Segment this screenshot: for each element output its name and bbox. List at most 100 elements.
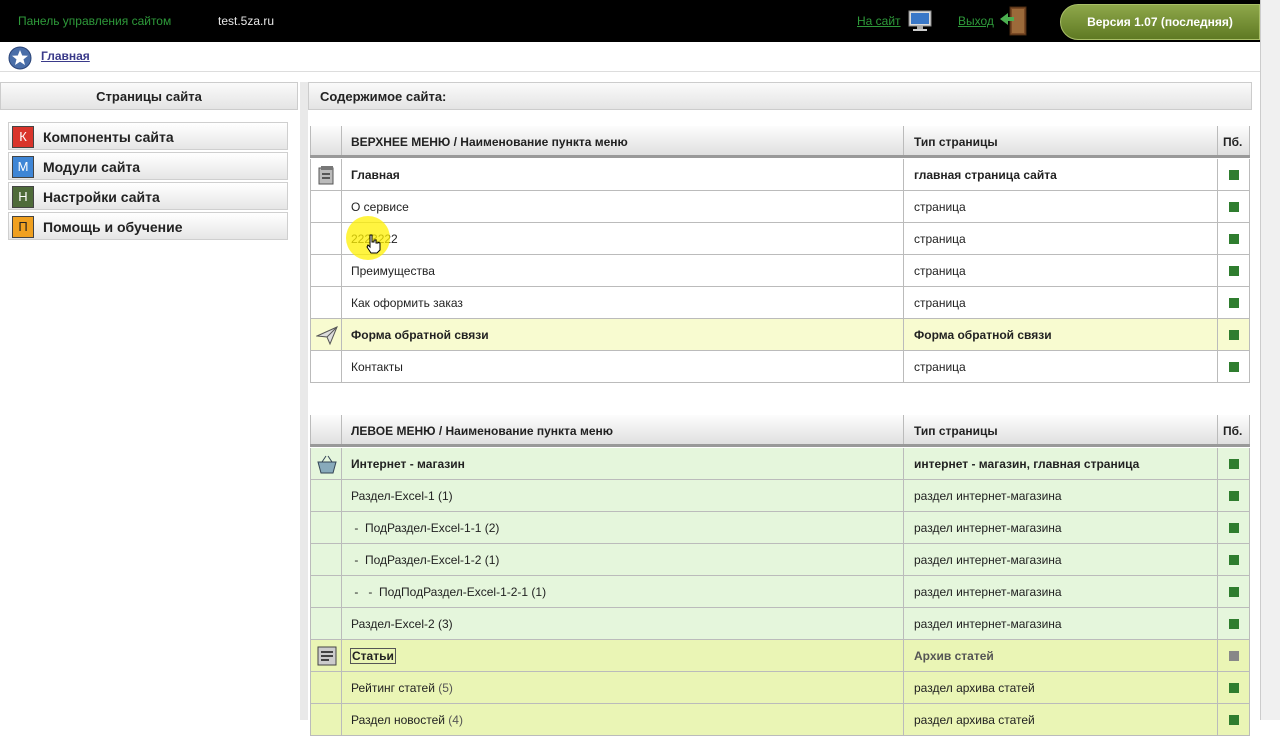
table-row[interactable]: Интернет - магазин интернет - магазин, г… bbox=[310, 448, 1250, 480]
published-indicator[interactable] bbox=[1229, 202, 1239, 212]
row-type: главная страница сайта bbox=[904, 159, 1218, 190]
row-name[interactable]: Раздел-Excel-1 (1) bbox=[342, 480, 904, 511]
to-site-link[interactable]: На сайт bbox=[857, 14, 901, 28]
exit-link[interactable]: Выход bbox=[958, 14, 994, 28]
table-row[interactable]: Главная главная страница сайта bbox=[310, 159, 1250, 191]
table-header: ЛЕВОЕ МЕНЮ / Наименование пункта меню Ти… bbox=[310, 415, 1250, 447]
version-badge: Версия 1.07 (последняя) bbox=[1060, 4, 1260, 40]
row-type: раздел интернет-магазина bbox=[904, 576, 1218, 607]
row-type: страница bbox=[904, 287, 1218, 318]
table-row[interactable]: Как оформить заказ страница bbox=[310, 287, 1250, 319]
sidebar-item-modules[interactable]: М Модули сайта bbox=[8, 152, 288, 180]
table-row[interactable]: 2223222 страница bbox=[310, 223, 1250, 255]
row-count: (4) bbox=[448, 713, 463, 727]
published-indicator[interactable] bbox=[1229, 587, 1239, 597]
table-row[interactable]: - ПодРаздел-Excel-1-2 (1) раздел интерне… bbox=[310, 544, 1250, 576]
table-row[interactable]: Раздел новостей (4) раздел архива статей bbox=[310, 704, 1250, 736]
sidebar-item-label: Компоненты сайта bbox=[43, 129, 174, 145]
row-type: раздел архива статей bbox=[904, 672, 1218, 703]
breadcrumb-home-link[interactable]: Главная bbox=[41, 49, 90, 63]
row-name[interactable]: Как оформить заказ bbox=[342, 287, 904, 318]
published-indicator[interactable] bbox=[1229, 555, 1239, 565]
row-name[interactable]: Форма обратной связи bbox=[342, 319, 904, 350]
sidebar-item-components[interactable]: К Компоненты сайта bbox=[8, 122, 288, 150]
row-type: страница bbox=[904, 255, 1218, 286]
row-type: Форма обратной связи bbox=[904, 319, 1218, 350]
monitor-icon[interactable] bbox=[908, 9, 932, 33]
row-name[interactable]: Рейтинг статей bbox=[351, 681, 435, 695]
row-name[interactable]: Преимущества bbox=[342, 255, 904, 286]
row-name[interactable]: 2223222 bbox=[342, 223, 904, 254]
home-star-icon bbox=[8, 46, 32, 70]
table-row[interactable]: Рейтинг статей (5) раздел архива статей bbox=[310, 672, 1250, 704]
published-indicator[interactable] bbox=[1229, 523, 1239, 533]
sidebar-title: Страницы сайта bbox=[0, 82, 298, 110]
hand-cursor-icon bbox=[366, 234, 381, 254]
published-indicator[interactable] bbox=[1229, 298, 1239, 308]
panel-title: Панель управления сайтом bbox=[18, 14, 172, 28]
row-name[interactable]: Раздел-Excel-2 (3) bbox=[342, 608, 904, 639]
row-name[interactable]: О сервисе bbox=[342, 191, 904, 222]
published-indicator[interactable] bbox=[1229, 170, 1239, 180]
modules-letter-icon: М bbox=[12, 156, 34, 178]
row-name[interactable]: - - ПодПодРаздел-Excel-1-2-1 (1) bbox=[342, 576, 904, 607]
row-name[interactable]: - ПодРаздел-Excel-1-2 (1) bbox=[342, 544, 904, 575]
table-row[interactable]: Форма обратной связи Форма обратной связ… bbox=[310, 319, 1250, 351]
home-page-icon bbox=[318, 166, 334, 185]
row-type: Архив статей bbox=[904, 640, 1218, 671]
sidebar-item-label: Настройки сайта bbox=[43, 189, 160, 205]
row-type: раздел интернет-магазина bbox=[904, 512, 1218, 543]
row-type: раздел интернет-магазина bbox=[904, 544, 1218, 575]
components-letter-icon: К bbox=[12, 126, 34, 148]
row-name[interactable]: Раздел новостей bbox=[351, 713, 445, 727]
row-name[interactable]: Статьи bbox=[350, 648, 396, 664]
row-name[interactable]: Главная bbox=[342, 159, 904, 190]
col-name-header: ЛЕВОЕ МЕНЮ / Наименование пункта меню bbox=[342, 415, 904, 444]
sidebar-item-help[interactable]: П Помощь и обучение bbox=[8, 212, 288, 240]
row-type: интернет - магазин, главная страница bbox=[904, 448, 1218, 479]
exit-door-icon[interactable] bbox=[1000, 5, 1030, 37]
row-type: раздел интернет-магазина bbox=[904, 480, 1218, 511]
published-indicator[interactable] bbox=[1229, 491, 1239, 501]
col-type-header: Тип страницы bbox=[904, 415, 1218, 444]
published-indicator[interactable] bbox=[1229, 715, 1239, 725]
table-row[interactable]: - ПодРаздел-Excel-1-1 (2) раздел интерне… bbox=[310, 512, 1250, 544]
table-row[interactable]: Контакты страница bbox=[310, 351, 1250, 383]
sidebar: Страницы сайта К Компоненты сайта М Моду… bbox=[0, 82, 300, 720]
published-indicator[interactable] bbox=[1229, 683, 1239, 693]
sidebar-item-label: Модули сайта bbox=[43, 159, 141, 175]
col-pub-header: Пб. bbox=[1223, 135, 1243, 149]
published-indicator[interactable] bbox=[1229, 651, 1239, 661]
published-indicator[interactable] bbox=[1229, 234, 1239, 244]
col-pub-header: Пб. bbox=[1223, 424, 1243, 438]
vertical-scrollbar[interactable] bbox=[1260, 0, 1280, 720]
table-row[interactable]: Статьи Архив статей bbox=[310, 640, 1250, 672]
row-type: страница bbox=[904, 223, 1218, 254]
table-row[interactable]: Раздел-Excel-2 (3) раздел интернет-магаз… bbox=[310, 608, 1250, 640]
paper-plane-icon bbox=[316, 326, 338, 346]
top-bar: Панель управления сайтом test.5za.ru На … bbox=[0, 0, 1280, 42]
published-indicator[interactable] bbox=[1229, 619, 1239, 629]
published-indicator[interactable] bbox=[1229, 362, 1239, 372]
articles-archive-icon bbox=[317, 646, 337, 666]
row-name[interactable]: - ПодРаздел-Excel-1-1 (2) bbox=[342, 512, 904, 543]
sidebar-item-settings[interactable]: Н Настройки сайта bbox=[8, 182, 288, 210]
content-title: Содержимое сайта: bbox=[308, 82, 1252, 110]
col-name-header: ВЕРХНЕЕ МЕНЮ / Наименование пункта меню bbox=[342, 126, 904, 155]
row-name[interactable]: Контакты bbox=[342, 351, 904, 382]
table-header: ВЕРХНЕЕ МЕНЮ / Наименование пункта меню … bbox=[310, 126, 1250, 158]
row-name[interactable]: Интернет - магазин bbox=[342, 448, 904, 479]
table-row[interactable]: Раздел-Excel-1 (1) раздел интернет-магаз… bbox=[310, 480, 1250, 512]
table-row[interactable]: Преимущества страница bbox=[310, 255, 1250, 287]
row-type: страница bbox=[904, 191, 1218, 222]
published-indicator[interactable] bbox=[1229, 330, 1239, 340]
published-indicator[interactable] bbox=[1229, 459, 1239, 469]
table-row[interactable]: О сервисе страница bbox=[310, 191, 1250, 223]
table-row[interactable]: - - ПодПодРаздел-Excel-1-2-1 (1) раздел … bbox=[310, 576, 1250, 608]
row-type: страница bbox=[904, 351, 1218, 382]
row-count: (5) bbox=[438, 681, 453, 695]
sidebar-item-label: Помощь и обучение bbox=[43, 219, 183, 235]
panel-divider bbox=[300, 82, 308, 720]
published-indicator[interactable] bbox=[1229, 266, 1239, 276]
col-type-header: Тип страницы bbox=[904, 126, 1218, 155]
